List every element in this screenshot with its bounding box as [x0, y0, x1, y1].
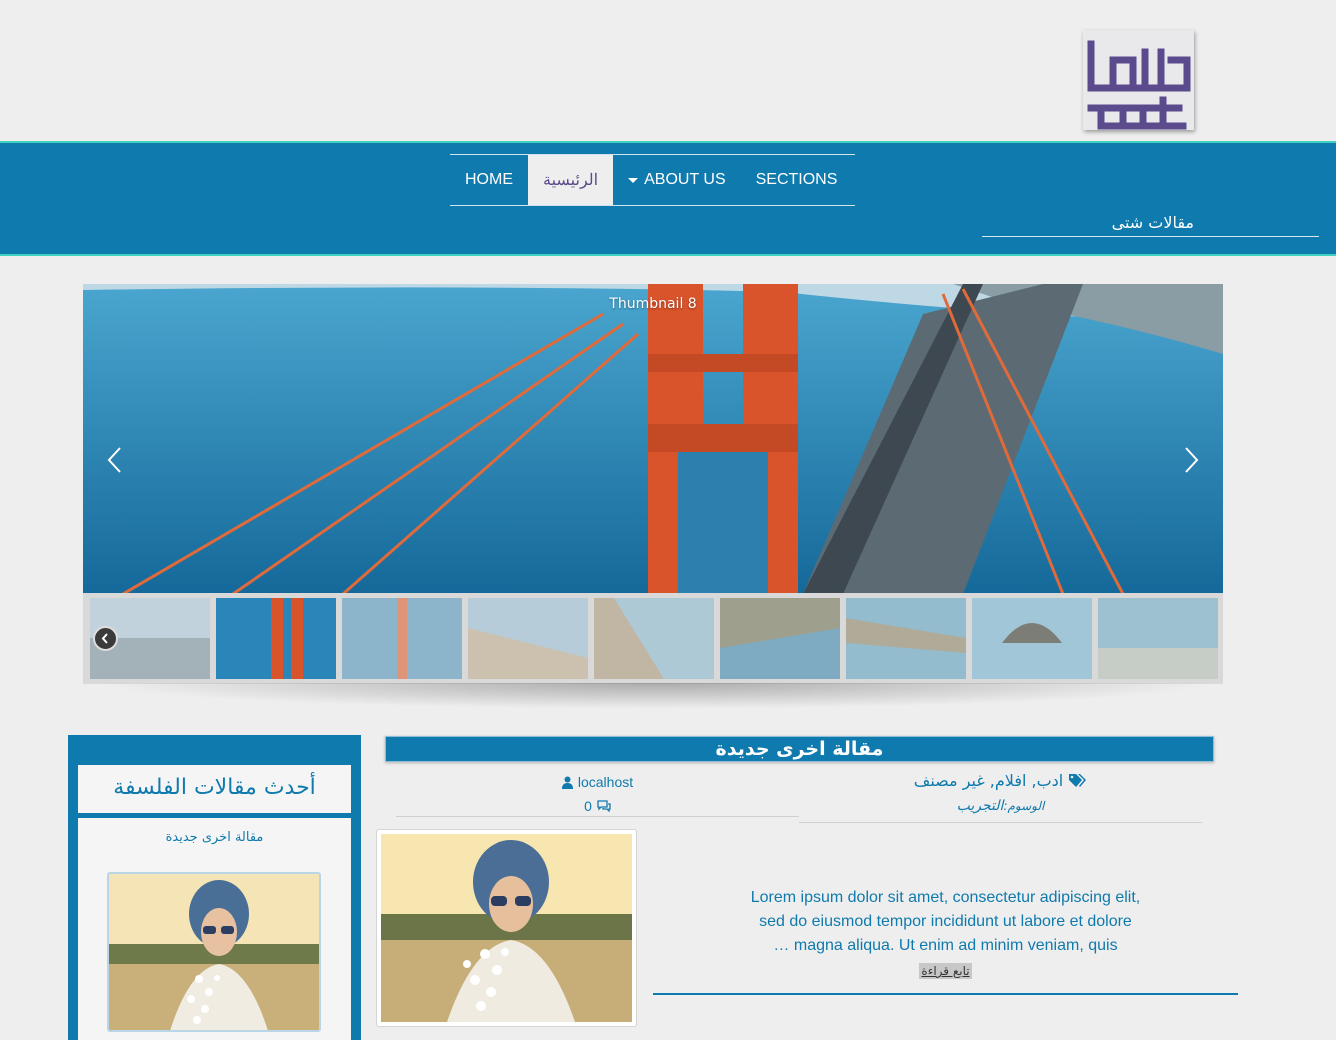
recent-post-link[interactable]: مقالة اخرى جديدة [78, 830, 351, 845]
slider-shadow [95, 683, 1215, 709]
site-description: مقالات شتى [982, 213, 1319, 237]
thumbnail[interactable] [342, 598, 462, 679]
excerpt-line: Lorem ipsum dolor sit amet, consectetur … [750, 889, 1141, 906]
sidebar: أحدث مقالات الفلسفة مقالة اخرى جديدة [68, 735, 361, 1040]
caret-down-icon [628, 177, 639, 183]
post-meta-taxonomy: ادب, افلام, غير مصنف الوسوم:التجريب [799, 767, 1202, 823]
menu-item-label: الرئيسية [543, 172, 599, 189]
post-author[interactable]: localhost [578, 772, 633, 792]
post-categories[interactable]: ادب, افلام, غير مصنف [914, 771, 1063, 790]
excerpt-line: sed do eiusmod tempor incididunt ut labo… [759, 913, 1132, 930]
menu-item-main[interactable]: الرئيسية [528, 155, 614, 205]
tags-label: الوسوم: [1003, 799, 1045, 813]
tags-icon [1069, 773, 1087, 787]
thumbnail[interactable] [846, 598, 966, 679]
post-title[interactable]: مقالة اخرى جديدة [386, 737, 1213, 761]
thumbnails-prev-button[interactable] [93, 626, 118, 651]
main-menu: Home الرئيسية About Us Sections [450, 154, 855, 206]
widget-title: أحدث مقالات الفلسفة [78, 765, 351, 813]
menu-item-home[interactable]: Home [450, 155, 528, 205]
menu-item-label: Home [465, 171, 513, 188]
recent-post-thumbnail[interactable] [107, 872, 321, 1032]
slide-caption: Thumbnail 8 [609, 296, 697, 312]
post-divider [653, 993, 1238, 995]
thumbnail[interactable] [594, 598, 714, 679]
post-featured-image[interactable] [376, 829, 637, 1027]
thumbnail[interactable] [216, 598, 336, 679]
thumbnail[interactable] [1098, 598, 1218, 679]
post-title-bar: مقالة اخرى جديدة [385, 736, 1214, 762]
thumbnail[interactable] [720, 598, 840, 679]
recent-posts-widget: مقالة اخرى جديدة [78, 818, 351, 1040]
read-more: تابع قراءة [653, 960, 1238, 979]
menu-item-sections[interactable]: Sections [741, 155, 853, 205]
read-more-link[interactable]: تابع قراءة [919, 963, 972, 979]
thumbnail[interactable] [468, 598, 588, 679]
excerpt-line: … magna aliqua. Ut enim ad minim veniam,… [773, 937, 1118, 954]
image-slider[interactable]: Thumbnail 8 [83, 284, 1223, 594]
menu-item-about-us[interactable]: About Us [613, 155, 741, 205]
slide-image [83, 284, 1223, 594]
chevron-right-icon[interactable] [1179, 444, 1203, 476]
thumbnail[interactable] [972, 598, 1092, 679]
post-tag[interactable]: التجريب [957, 798, 1004, 814]
menu-item-label: About Us [644, 171, 726, 188]
user-icon [561, 776, 573, 789]
post-excerpt: Lorem ipsum dolor sit amet, consectetur … [653, 886, 1238, 958]
thumbnail-strip [83, 593, 1223, 684]
menu-item-label: Sections [755, 171, 838, 188]
comments-icon [597, 800, 611, 812]
post-meta-author: localhost 0 [396, 770, 799, 817]
main-navbar: Home الرئيسية About Us Sections مقالات ش… [0, 141, 1336, 256]
chevron-left-icon[interactable] [103, 444, 127, 476]
chevron-left-icon [101, 633, 108, 644]
site-logo[interactable] [1083, 30, 1194, 130]
comments-count[interactable]: 0 [584, 796, 592, 816]
